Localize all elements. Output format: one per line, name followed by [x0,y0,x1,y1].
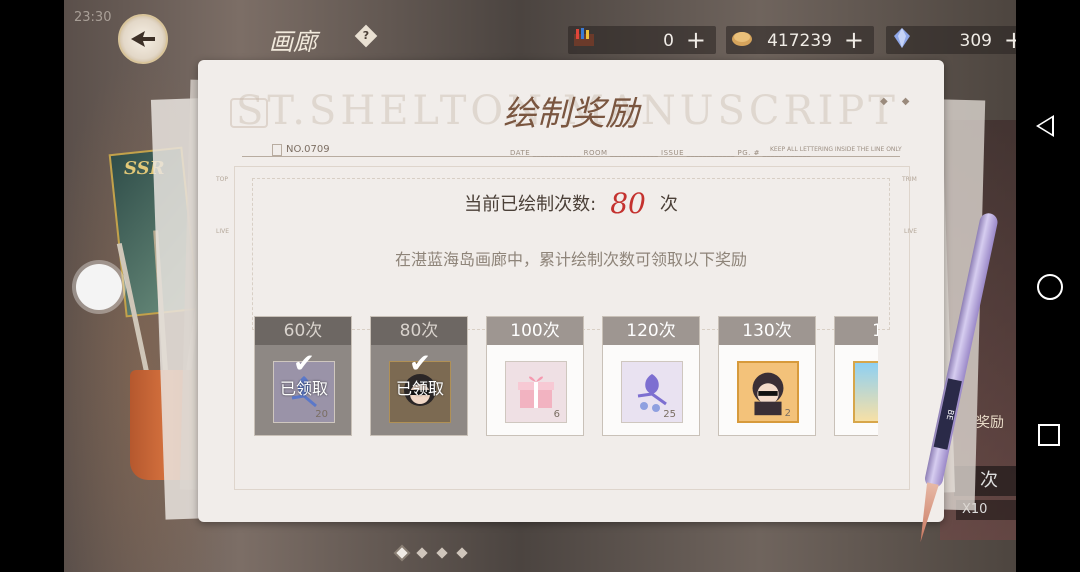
back-icon[interactable] [1036,115,1054,137]
reward-qty: 6 [553,409,560,420]
resource-value: 0 [663,31,674,51]
claimed-label: 已领取 [395,379,444,398]
crystal-icon [894,28,910,48]
top-bar: 23:30 画廊 ? 0 + 417239 + 309 + [64,0,1034,58]
chibi-avatar-icon: 2 [737,361,799,423]
reward-threshold: 120次 [603,317,699,345]
gift-box-icon: 6 [505,361,567,423]
draw-count-prefix: 当前已绘制次数: [464,194,597,215]
ribbon-flower-icon: 25 [621,361,683,423]
floating-assist-button[interactable] [76,264,122,310]
page-indicator [392,542,472,561]
side-tag: LIVE [216,228,230,235]
reward-qty: 20 [315,409,328,420]
claimed-overlay: ✔ 已领取 [255,351,353,399]
reward-threshold: 80次 [371,317,467,345]
resource-value: 417239 [767,31,832,51]
resource-value: 309 [959,31,992,51]
reward-card[interactable]: 100次 6 [486,316,584,436]
reward-card[interactable]: 130次 2 [718,316,816,436]
form-note: KEEP ALL LETTERING INSIDE THE LINE ONLY [770,146,902,153]
reward-threshold: 130次 [719,317,815,345]
claimed-overlay: ✔ 已领取 [371,351,469,399]
checkmark-icon: ✔ [409,349,431,379]
form-number: NO.0709 [286,144,330,155]
reward-card[interactable]: 60次 20 ✔ 已领取 [254,316,352,436]
recent-apps-icon[interactable] [1038,424,1060,446]
cookie-coin-icon [732,32,752,46]
form-fields: DATE ____________ ROOM ____________ ISSU… [510,149,811,157]
page-dot[interactable] [456,547,468,559]
bg-reward-text: 奖励 [976,415,1004,431]
page-dot[interactable] [436,547,448,559]
side-tag: LIVE [904,228,918,235]
help-symbol: ? [362,29,370,42]
reward-list[interactable]: 60次 20 ✔ 已领取 80次 ✔ 已领取 100次 6 120次 25 13… [254,316,878,438]
help-icon[interactable]: ? [354,24,378,48]
home-icon[interactable] [1037,274,1063,300]
reward-description: 在湛蓝海岛画廊中，累计绘制次数可领取以下奖励 [394,250,747,269]
resource-paint: 0 + [568,26,716,54]
pen-nib [915,482,939,543]
reward-threshold: 60次 [255,317,351,345]
side-tag: TOP [216,176,229,183]
reward-card[interactable]: 120次 25 [602,316,700,436]
side-tag: TRIM [902,176,917,183]
painting-icon [853,361,878,423]
system-nav-bar [1016,0,1080,572]
reward-threshold: 100次 [487,317,583,345]
dialog-title: 绘制奖励 [503,94,639,134]
checkbox-decoration [272,144,282,156]
back-home-button[interactable] [118,14,168,64]
screen: SSR 奖励 次 X10 23:30 画廊 ? 0 + 417239 + 309… [0,0,1080,572]
reward-qty: 25 [663,409,676,420]
paint-set-icon [574,28,594,46]
checkmark-icon: ✔ [293,349,315,379]
page-dot[interactable] [416,547,428,559]
status-time: 23:30 [74,10,112,25]
page-dot[interactable] [396,547,408,559]
add-resource-button[interactable]: + [844,26,864,54]
decor-dots: ◆◆ [880,96,924,107]
resource-crystal: 309 + [886,26,1034,54]
resource-coin: 417239 + [726,26,874,54]
draw-count-value: 80 [610,187,646,220]
reward-qty: 2 [784,408,791,419]
reward-card[interactable]: 80次 ✔ 已领取 [370,316,468,436]
draw-count-suffix: 次 [659,194,678,215]
reward-threshold: 15 [835,317,878,345]
draw-count-line: 当前已绘制次数: 80 次 [198,187,944,220]
reward-card[interactable]: 15 [834,316,878,436]
draw-reward-dialog: ST.SHELTON MANUSCRIPT 绘制奖励 ◆◆ NO.0709 DA… [198,60,944,522]
add-resource-button[interactable]: + [686,26,706,54]
quill-arrow-icon [131,31,155,47]
claimed-label: 已领取 [279,379,328,398]
page-title: 画廊 [269,28,317,56]
